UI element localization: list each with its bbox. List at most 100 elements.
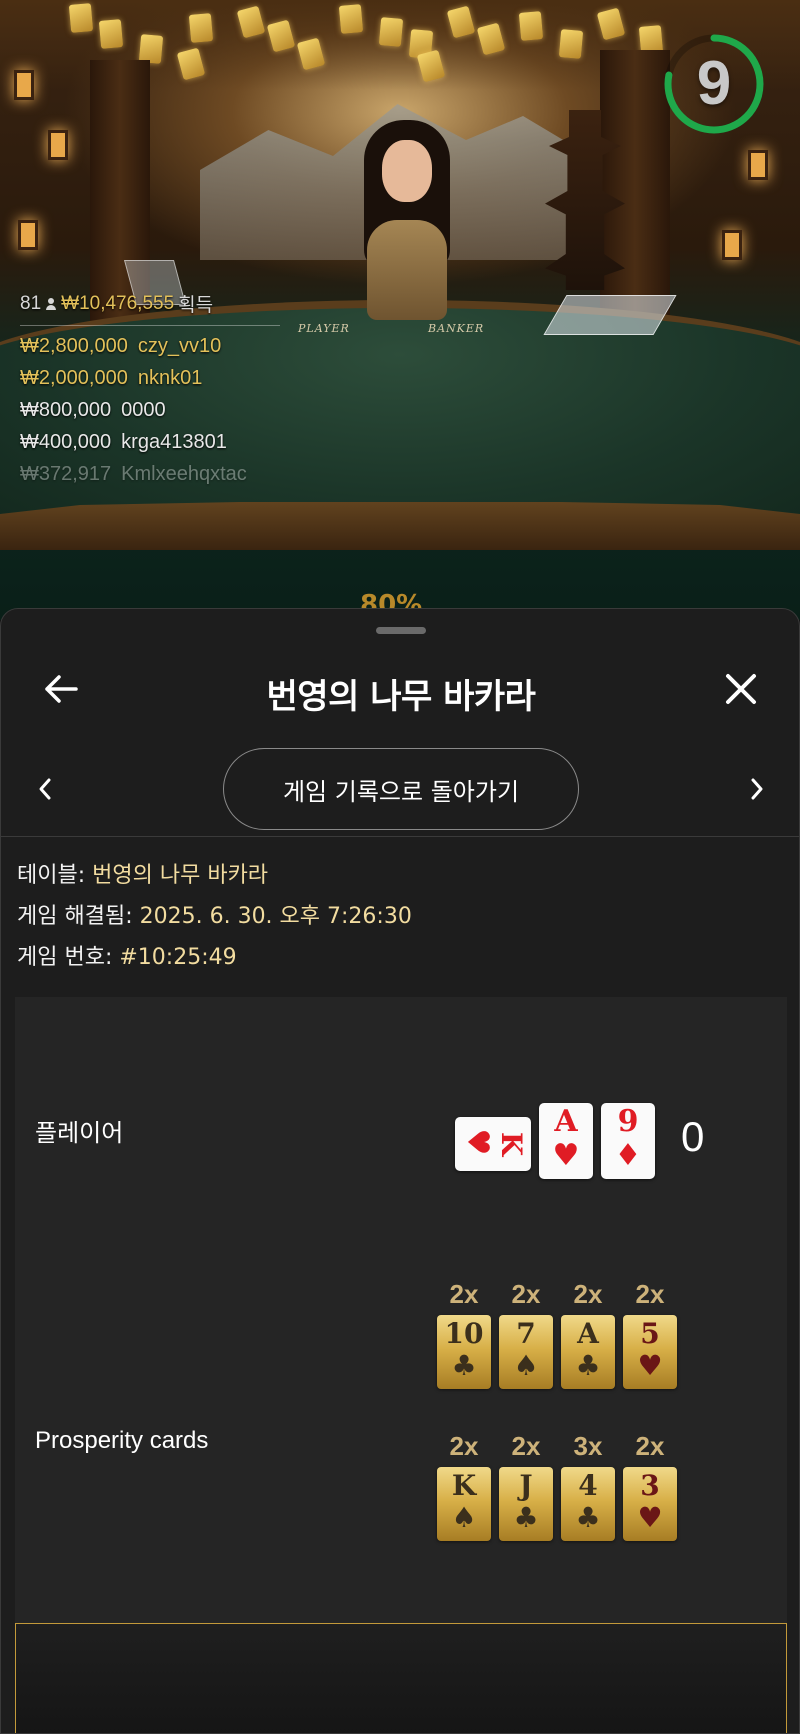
card-rank: 10 xyxy=(444,1317,484,1350)
prosperity-card: 5 ♥ xyxy=(623,1315,677,1389)
next-game-button[interactable] xyxy=(737,769,777,809)
chevron-right-icon xyxy=(751,778,763,800)
winners-list: 81 ₩10,476,555 획득 ₩2,800,000 czy_vv10 ₩2,0… xyxy=(20,290,280,490)
prosperity-card: J ♣ xyxy=(499,1467,553,1541)
player-score: 0 xyxy=(681,1113,705,1160)
player-card: K ♥ xyxy=(455,1117,531,1171)
card-suit-icon: ♥ xyxy=(637,1501,663,1534)
prosperity-card: 3 ♥ xyxy=(623,1467,677,1541)
winner-amount: ₩400,000 xyxy=(20,431,112,453)
player-card: A ♥ xyxy=(539,1103,593,1179)
multiplier-label: 2x xyxy=(511,1279,541,1309)
leaf-icon xyxy=(518,11,544,41)
sheet-header: 번영의 나무 바카라 xyxy=(1,649,799,729)
leaf-icon xyxy=(338,4,364,34)
table-info: 테이블: 번영의 나무 바카라 xyxy=(17,855,797,896)
prosperity-card: 10 ♣ xyxy=(437,1315,491,1389)
close-icon xyxy=(726,674,756,704)
table-info-value: 번영의 나무 바카라 xyxy=(92,863,269,888)
winner-username: 0000 xyxy=(121,399,166,421)
prosperity-card: 7 ♠ xyxy=(499,1315,553,1389)
winner-row: ₩400,000 krga413801 xyxy=(20,426,280,458)
resolved-info-label: 게임 해결됨: xyxy=(17,904,140,929)
sheet-title: 번영의 나무 바카라 xyxy=(266,677,536,717)
card-suit-icon: ♣ xyxy=(451,1349,477,1382)
back-button[interactable] xyxy=(35,663,87,715)
winners-total: ₩10,476,555 xyxy=(61,292,175,314)
card-suit-icon: ♥ xyxy=(460,1128,495,1156)
resolved-info-value: 2025. 6. 30. 오후 7:26:30 xyxy=(139,904,412,929)
resolved-info: 게임 해결됨: 2025. 6. 30. 오후 7:26:30 xyxy=(17,896,797,937)
multiplier-label: 2x xyxy=(511,1431,541,1461)
winner-username: Kmlxeehqxtac xyxy=(121,463,247,485)
leaf-icon xyxy=(558,29,584,59)
leaf-icon xyxy=(68,3,94,33)
multiplier-label: 2x xyxy=(573,1279,603,1309)
leaf-icon xyxy=(98,19,124,49)
countdown-timer: 9 xyxy=(662,32,766,136)
lantern-icon xyxy=(14,70,34,100)
drag-handle[interactable] xyxy=(376,627,426,634)
winner-username: nknk01 xyxy=(137,367,203,389)
card-suit-icon: ♥ xyxy=(552,1138,580,1173)
card-shoe xyxy=(543,295,677,335)
card-rank: 4 xyxy=(578,1469,598,1502)
gold-panel xyxy=(15,1623,787,1733)
winner-row: ₩372,917 Kmlxeehqxtac xyxy=(20,458,280,490)
card-rank: 7 xyxy=(516,1317,536,1350)
person-icon xyxy=(45,297,57,310)
winner-amount: ₩2,800,000 xyxy=(20,335,128,357)
player-card: 9 ♦ xyxy=(601,1103,655,1179)
back-to-history-button[interactable]: 게임 기록으로 돌아가기 xyxy=(223,748,579,830)
lantern-icon xyxy=(48,130,68,160)
winner-row: ₩2,000,000 nknk01 xyxy=(20,362,280,394)
card-suit-icon: ♥ xyxy=(637,1349,663,1382)
card-rank: A xyxy=(577,1317,599,1350)
game-history-sheet: 번영의 나무 바카라 게임 기록으로 돌아가기 테이블: 번영의 나무 바카라 … xyxy=(0,608,800,1734)
live-video-scene: PLAYER BANKER 9 81 ₩10,476,555 획득 ₩2,800… xyxy=(0,0,800,620)
card-suit-icon: ♣ xyxy=(575,1349,601,1382)
winners-total-suffix: 획득 xyxy=(178,295,214,316)
game-info: 테이블: 번영의 나무 바카라 게임 해결됨: 2025. 6. 30. 오후 … xyxy=(17,855,797,978)
card-rank: 9 xyxy=(617,1104,639,1139)
multiplier-label: 2x xyxy=(449,1431,479,1461)
history-navigation: 게임 기록으로 돌아가기 xyxy=(1,747,799,837)
arrow-left-icon xyxy=(45,675,78,703)
card-suit-icon: ♠ xyxy=(451,1501,477,1534)
chevron-left-icon xyxy=(39,778,51,800)
prosperity-card: A ♣ xyxy=(561,1315,615,1389)
card-rank: A xyxy=(554,1104,578,1139)
table-info-label: 테이블: xyxy=(17,863,93,888)
player-label: 플레이어 xyxy=(35,1120,124,1147)
prosperity-label: Prosperity cards xyxy=(35,1427,209,1454)
card-rank: K xyxy=(495,1131,528,1157)
card-suit-icon: ♠ xyxy=(513,1349,539,1382)
lantern-icon xyxy=(748,150,768,180)
close-button[interactable] xyxy=(715,663,767,715)
winner-username: krga413801 xyxy=(121,431,227,453)
prosperity-card: 4 ♣ xyxy=(561,1467,615,1541)
game-number-info: 게임 번호: #10:25:49 xyxy=(17,937,797,978)
card-rank: J xyxy=(519,1469,533,1502)
lantern-icon xyxy=(722,230,742,260)
previous-game-button[interactable] xyxy=(25,769,65,809)
lantern-icon xyxy=(18,220,38,250)
card-rank: K xyxy=(451,1469,477,1502)
timer-value: 9 xyxy=(696,49,732,118)
dealer xyxy=(342,120,472,320)
card-rank: 3 xyxy=(640,1469,660,1502)
leaf-icon xyxy=(378,17,404,47)
multiplier-label: 3x xyxy=(573,1431,603,1461)
multiplier-label: 2x xyxy=(635,1279,665,1309)
winners-summary: 81 ₩10,476,555 획득 xyxy=(20,290,280,326)
game-number-value: #10:25:49 xyxy=(119,945,237,970)
table-label-banker: BANKER xyxy=(428,322,485,335)
winner-count: 81 xyxy=(20,292,42,314)
winner-rows: ₩2,800,000 czy_vv10 ₩2,000,000 nknk01 ₩800,0… xyxy=(20,330,280,490)
card-suit-icon: ♣ xyxy=(575,1501,601,1534)
card-suit-icon: ♦ xyxy=(614,1138,642,1173)
winner-username: czy_vv10 xyxy=(137,335,222,357)
prosperity-card: K ♠ xyxy=(437,1467,491,1541)
winner-row: ₩800,000 0000 xyxy=(20,394,280,426)
game-number-label: 게임 번호: xyxy=(17,945,120,970)
